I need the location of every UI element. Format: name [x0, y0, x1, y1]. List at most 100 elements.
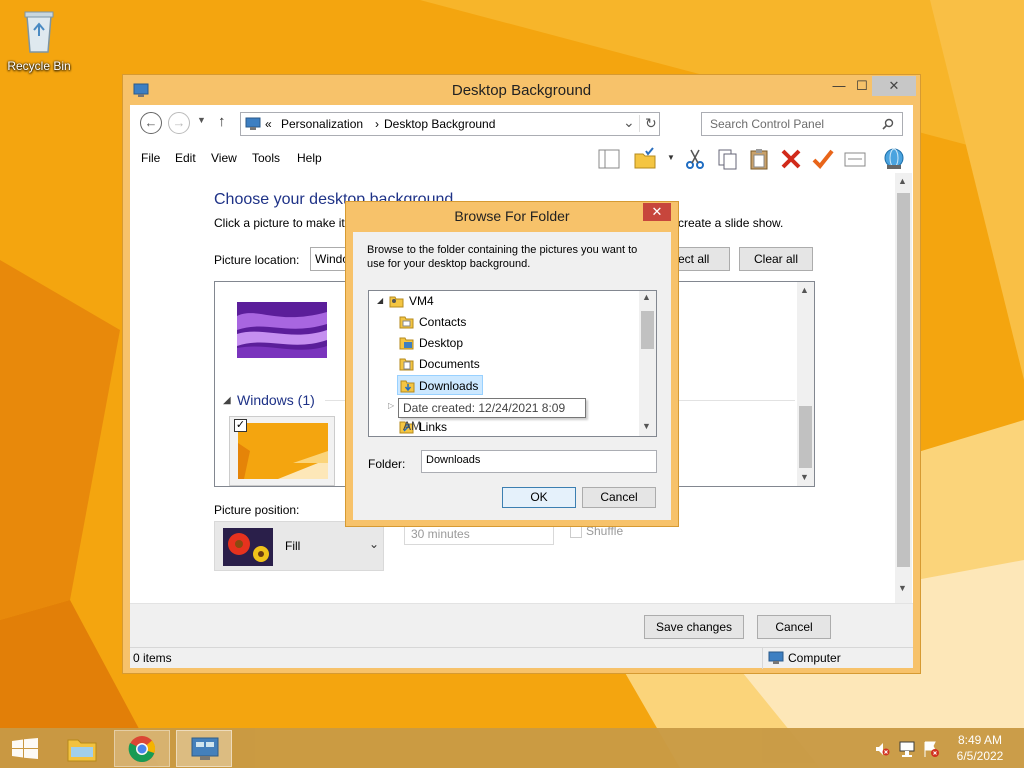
- tree-collapse-icon[interactable]: ◢: [377, 291, 383, 311]
- recycle-bin-shortcut[interactable]: Recycle Bin: [6, 6, 72, 73]
- windows-wallpaper-tile[interactable]: ✓: [229, 416, 335, 486]
- tree-label-downloads: Downloads: [419, 379, 479, 393]
- tree-label-documents: Documents: [419, 357, 480, 371]
- menu-bar: File Edit View Tools Help ▼: [130, 143, 913, 173]
- purple-wallpaper-thumbnail[interactable]: [237, 302, 327, 358]
- menu-tools[interactable]: Tools: [252, 151, 280, 165]
- picture-position-value: Fill: [285, 539, 301, 553]
- content-scroll-thumb[interactable]: [897, 193, 910, 567]
- folder-options-icon[interactable]: [633, 147, 657, 171]
- control-panel-taskbar-icon: [191, 737, 219, 760]
- dialog-close-button[interactable]: ✕: [643, 203, 671, 221]
- picture-location-label: Picture location:: [214, 253, 300, 267]
- button-footer: Save changes Cancel: [130, 603, 913, 647]
- tree-node-downloads[interactable]: Downloads: [397, 375, 483, 395]
- tree-expand-icon[interactable]: ▷: [388, 401, 394, 410]
- flower-preview-icon: [223, 528, 273, 566]
- gallery-scrollbar[interactable]: ▲ ▼: [797, 282, 814, 486]
- folder-input[interactable]: Downloads: [421, 450, 657, 473]
- volume-muted-icon[interactable]: [874, 741, 890, 757]
- wallpaper-checkbox[interactable]: ✓: [234, 419, 247, 432]
- action-center-icon[interactable]: [922, 740, 940, 758]
- control-panel-small-icon: [245, 117, 261, 130]
- recycle-bin-icon: [24, 11, 54, 53]
- folder-label: Folder:: [368, 457, 406, 471]
- chrome-icon: [128, 736, 155, 763]
- recent-pages-dropdown[interactable]: ▼: [197, 115, 206, 125]
- refresh-icon[interactable]: ↻: [639, 115, 657, 132]
- menu-view[interactable]: View: [211, 151, 237, 165]
- clear-all-button[interactable]: Clear all: [739, 247, 813, 271]
- save-changes-button[interactable]: Save changes: [644, 615, 744, 639]
- up-button[interactable]: ↑: [218, 113, 226, 130]
- properties-check-icon[interactable]: [811, 147, 835, 171]
- address-bar[interactable]: « Personalization › Desktop Background ⌄…: [240, 112, 660, 136]
- dialog-client: Browse to the folder containing the pict…: [353, 232, 671, 520]
- tree-scroll-thumb[interactable]: [641, 311, 654, 349]
- clock-time: 8:49 AM: [957, 733, 1003, 747]
- downloads-folder-icon: [400, 380, 415, 393]
- delete-icon[interactable]: [779, 147, 803, 171]
- desktop-folder-icon: [399, 337, 414, 350]
- cut-icon[interactable]: [683, 147, 707, 171]
- network-icon[interactable]: [898, 740, 916, 758]
- breadcrumb-personalization[interactable]: Personalization: [281, 117, 363, 131]
- close-button[interactable]: ✕: [872, 76, 916, 96]
- instruction-text-tail: create a slide show.: [678, 216, 784, 230]
- address-overflow[interactable]: «: [265, 117, 272, 131]
- chevron-down-icon: ⌄: [369, 537, 380, 551]
- browse-for-folder-dialog: Browse For Folder ✕ Browse to the folder…: [345, 201, 679, 527]
- search-icon[interactable]: [882, 118, 894, 130]
- window-title: Desktop Background: [451, 82, 592, 99]
- preview-pane-icon[interactable]: [597, 147, 621, 171]
- taskbar: 8:49 AM 6/5/2022: [0, 728, 1024, 768]
- user-folder-icon: [389, 296, 404, 308]
- instruction-text: Click a picture to make it: [214, 216, 345, 230]
- window-titlebar[interactable]: Desktop Background — ☐ ✕: [123, 75, 920, 105]
- tree-label-contacts: Contacts: [419, 315, 467, 329]
- search-box[interactable]: Search Control Panel: [701, 112, 903, 136]
- content-scrollbar[interactable]: ▲ ▼: [895, 173, 912, 603]
- address-dropdown-icon[interactable]: ⌄: [623, 114, 635, 131]
- cancel-button[interactable]: Cancel: [757, 615, 831, 639]
- folder-tooltip: Date created: 12/24/2021 8:09 AM: [398, 398, 586, 433]
- taskbar-file-explorer[interactable]: [54, 730, 110, 767]
- dialog-cancel-button[interactable]: Cancel: [582, 487, 656, 508]
- documents-folder-icon: [399, 358, 414, 371]
- status-item-count: 0 items: [133, 651, 172, 665]
- help-globe-icon[interactable]: [882, 147, 906, 171]
- status-computer: Computer: [788, 651, 841, 665]
- dialog-title[interactable]: Browse For Folder: [346, 208, 678, 224]
- start-windows-icon[interactable]: [12, 738, 38, 760]
- menu-file[interactable]: File: [141, 151, 160, 165]
- group-header-windows[interactable]: Windows (1): [237, 392, 315, 408]
- tree-scrollbar[interactable]: ▲ ▼: [639, 291, 656, 436]
- taskbar-chrome[interactable]: [114, 730, 170, 767]
- menu-help[interactable]: Help: [297, 151, 322, 165]
- clock-date: 6/5/2022: [956, 749, 1004, 763]
- view-options-icon[interactable]: [843, 147, 867, 171]
- navigation-bar: ← → ▼ ↑ « Personalization › Desktop Back…: [130, 105, 913, 143]
- taskbar-control-panel[interactable]: [176, 730, 232, 767]
- search-placeholder: Search Control Panel: [710, 117, 825, 131]
- minimize-button[interactable]: —: [826, 76, 852, 96]
- menu-edit[interactable]: Edit: [175, 151, 196, 165]
- maximize-button[interactable]: ☐: [852, 76, 872, 96]
- contacts-folder-icon: [399, 316, 414, 329]
- organize-dropdown-icon[interactable]: ▼: [667, 153, 675, 162]
- copy-icon[interactable]: [715, 147, 739, 171]
- recycle-bin-label: Recycle Bin: [7, 59, 71, 73]
- group-collapse-icon[interactable]: ◢: [223, 395, 231, 406]
- breadcrumb-separator: ›: [375, 117, 379, 131]
- ok-button[interactable]: OK: [502, 487, 576, 508]
- back-button[interactable]: ←: [140, 112, 162, 134]
- tree-label-links: Links: [419, 420, 448, 434]
- breadcrumb-desktop-background[interactable]: Desktop Background: [384, 117, 495, 131]
- forward-button[interactable]: →: [168, 112, 190, 134]
- tree-label-desktop: Desktop: [419, 336, 464, 350]
- gallery-scroll-thumb[interactable]: [799, 406, 812, 468]
- paste-icon[interactable]: [747, 147, 771, 171]
- picture-position-select[interactable]: Fill ⌄: [214, 521, 384, 571]
- picture-location-select[interactable]: Windows Desktop Backgrounds: [310, 247, 350, 271]
- clock[interactable]: 8:49 AM 6/5/2022: [950, 732, 1010, 764]
